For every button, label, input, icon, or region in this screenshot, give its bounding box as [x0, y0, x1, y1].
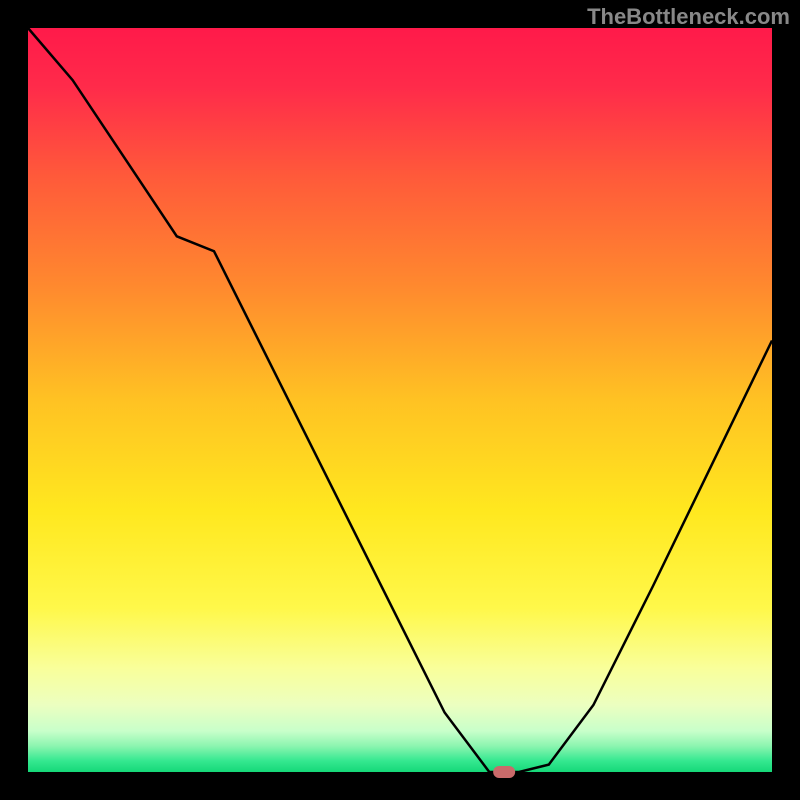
plot-background [28, 28, 772, 772]
bottleneck-chart [0, 0, 800, 800]
watermark-text: TheBottleneck.com [587, 4, 790, 30]
optimal-marker [493, 766, 515, 778]
